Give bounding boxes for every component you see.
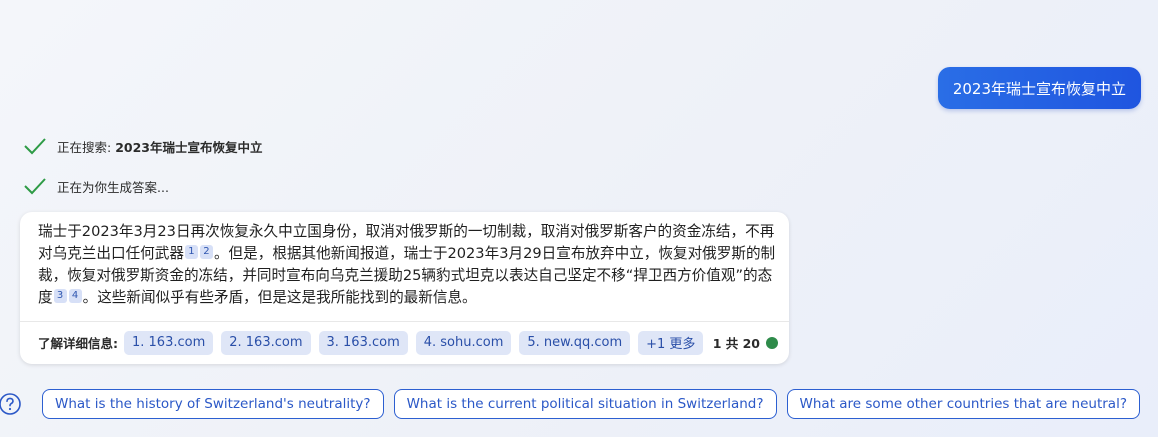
citation-1[interactable]: 1	[184, 245, 198, 259]
more-sources-button[interactable]: +1 更多	[638, 330, 704, 355]
status-generating: 正在为你生成答案...	[22, 175, 169, 197]
response-count: 1 共 20	[713, 333, 778, 352]
sources-row: 了解详细信息: 1. 163.com 2. 163.com 3. 163.com…	[38, 330, 778, 355]
citation-2[interactable]: 2	[199, 245, 213, 259]
suggestion-button-2[interactable]: What is the current political situation …	[393, 389, 777, 419]
check-icon	[22, 135, 48, 157]
status-dot-icon	[766, 336, 778, 349]
source-link-3[interactable]: 3. 163.com	[318, 330, 408, 355]
suggestion-button-3[interactable]: What are some other countries that are n…	[786, 389, 1140, 419]
check-icon	[22, 175, 48, 197]
answer-text: 瑞士于2023年3月23日再次恢复永久中立国身份，取消对俄罗斯的一切制裁，取消对…	[38, 221, 778, 309]
response-count-text: 1 共 20	[712, 336, 760, 351]
citation-3[interactable]: 3	[53, 289, 67, 303]
user-message-text: 2023年瑞士宣布恢复中立	[952, 79, 1126, 98]
status-searching: 正在搜索: 2023年瑞士宣布恢复中立	[22, 135, 263, 157]
status-searching-query: 2023年瑞士宣布恢复中立	[115, 139, 263, 155]
citation-4[interactable]: 4	[68, 289, 82, 303]
source-link-2[interactable]: 2. 163.com	[221, 330, 311, 355]
status-generating-label: 正在为你生成答案...	[57, 179, 169, 195]
status-searching-label: 正在搜索:	[57, 139, 112, 155]
answer-paragraph-3: 。这些新闻似乎有些矛盾，但是这是我所能找到的最新信息。	[82, 289, 477, 306]
source-link-4[interactable]: 4. sohu.com	[415, 330, 512, 355]
user-message-bubble: 2023年瑞士宣布恢复中立	[937, 67, 1141, 109]
suggestions-row: What is the history of Switzerland's neu…	[0, 389, 1140, 419]
help-icon[interactable]	[0, 392, 22, 416]
source-link-1[interactable]: 1. 163.com	[124, 330, 214, 355]
sources-label: 了解详细信息:	[38, 336, 118, 351]
answer-card: 瑞士于2023年3月23日再次恢复永久中立国身份，取消对俄罗斯的一切制裁，取消对…	[20, 212, 789, 364]
suggestion-button-1[interactable]: What is the history of Switzerland's neu…	[41, 389, 384, 419]
source-link-5[interactable]: 5. new.qq.com	[519, 330, 631, 355]
card-divider	[20, 321, 789, 322]
